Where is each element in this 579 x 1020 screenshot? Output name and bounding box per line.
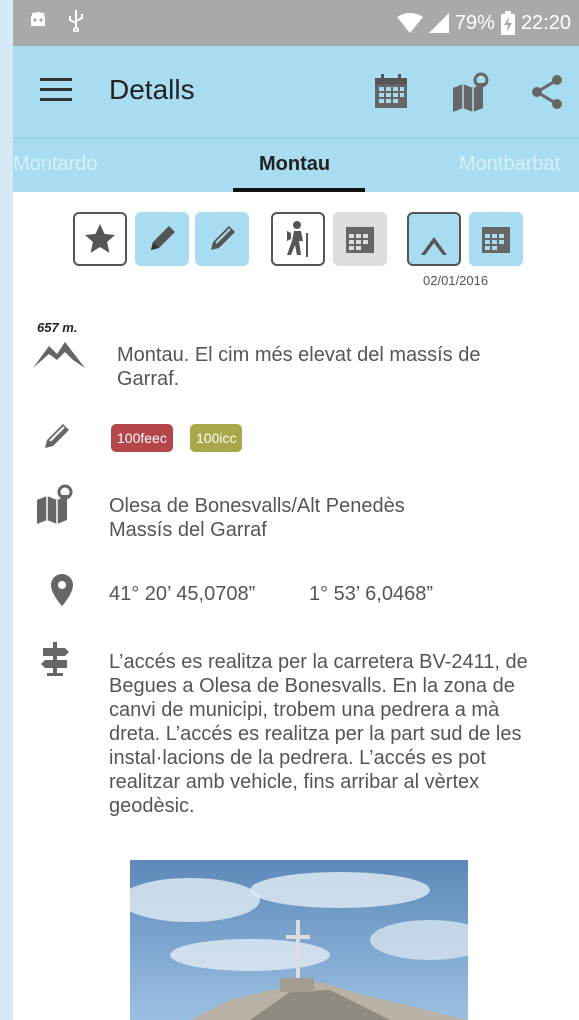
summit-tabs: Montardo Montau Montbarbat: [13, 138, 579, 192]
menu-icon[interactable]: [40, 78, 72, 102]
tab-indicator: [233, 188, 365, 192]
location-municipality: Olesa de Bonesvalls/Alt Penedès: [109, 495, 405, 517]
summit-description: Montau. El cim més elevat del massís de …: [117, 344, 481, 390]
access-description: L’accés es realitza per la carretera BV-…: [109, 651, 528, 817]
battery-percent: 79%: [454, 11, 495, 34]
android-debug-icon: [27, 8, 49, 32]
status-bar: 79% 22:20: [13, 0, 579, 46]
calendar-icon: [346, 227, 374, 253]
hiking-date-button[interactable]: [333, 212, 387, 266]
geodesic-vertex-icon: [421, 223, 447, 255]
signpost-icon: [39, 642, 71, 681]
battery-charging-icon: [500, 11, 515, 35]
location-region: Massís del Garraf: [109, 519, 267, 541]
pencil-outline-icon: [211, 226, 235, 250]
mountain-icon: [33, 338, 85, 375]
longitude: 1° 53’ 6,0468”: [309, 583, 434, 605]
location-pin-icon: [51, 574, 73, 611]
map-icon[interactable]: [449, 70, 493, 114]
tag-badge-icc[interactable]: 100icc: [190, 424, 243, 452]
page-title: Detalls: [109, 74, 195, 105]
tag-badge-feec[interactable]: 100feec: [111, 424, 173, 452]
signal-icon: [428, 13, 449, 33]
phone-screen: 79% 22:20 Detalls Montardo Montau Montba…: [13, 0, 579, 1020]
hiker-icon: [287, 221, 308, 257]
tab-previous[interactable]: Montardo: [13, 153, 98, 176]
summit-date-button[interactable]: [469, 212, 523, 266]
calendar-icon: [482, 227, 510, 253]
calendar-icon[interactable]: [369, 70, 413, 114]
share-icon[interactable]: [525, 70, 569, 114]
tab-current[interactable]: Montau: [259, 153, 330, 176]
clock: 22:20: [520, 11, 571, 34]
hiking-button[interactable]: [271, 212, 325, 266]
elevation-label: 657 m.: [37, 320, 78, 335]
latitude: 41° 20’ 45,0708”: [109, 583, 256, 605]
star-icon: [85, 224, 115, 253]
summit-photo[interactable]: [130, 860, 468, 1020]
wifi-icon: [396, 13, 423, 33]
summit-date: 02/01/2016: [423, 273, 489, 288]
tag-edit-button[interactable]: [195, 212, 249, 266]
pencil-outline-icon: [39, 418, 75, 459]
map-icon: [33, 482, 77, 531]
app-bar: Detalls: [13, 46, 579, 138]
tab-next[interactable]: Montbarbat: [459, 153, 560, 176]
pencil-icon: [151, 226, 175, 250]
summit-button[interactable]: [407, 212, 461, 266]
usb-icon: [67, 8, 85, 32]
favorite-button[interactable]: [73, 212, 127, 266]
edit-button[interactable]: [135, 212, 189, 266]
